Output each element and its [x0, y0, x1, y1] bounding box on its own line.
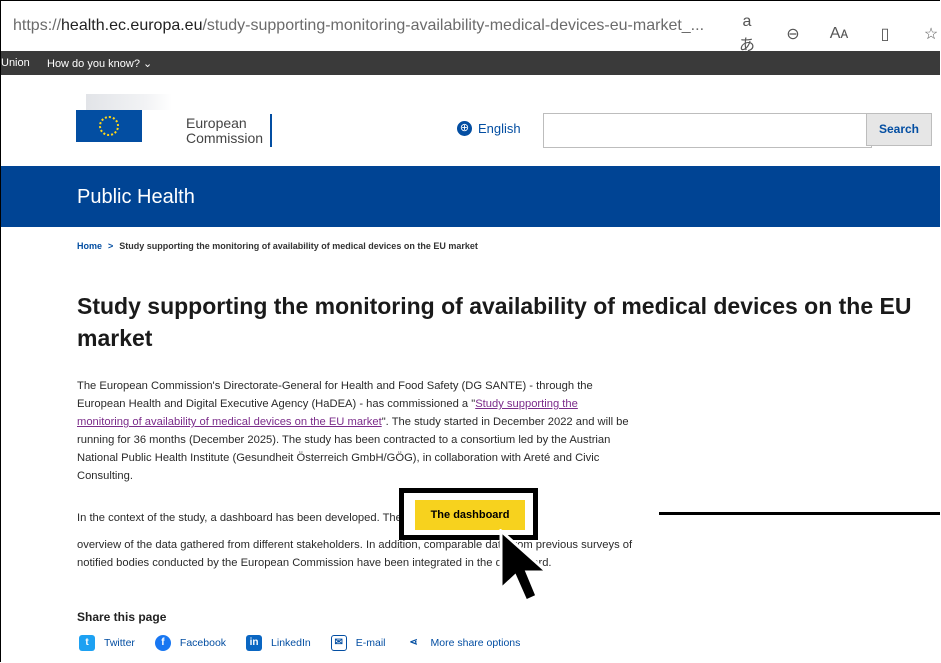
url-host: health.ec.europa.eu	[61, 17, 203, 34]
page-title: Study supporting the monitoring of avail…	[77, 293, 912, 351]
share-heading: Share this page	[77, 610, 167, 624]
language-selector[interactable]: ⊕ English	[457, 121, 521, 136]
favorite-icon[interactable]: ☆	[920, 24, 940, 44]
url-text[interactable]: https://health.ec.europa.eu/study-suppor…	[13, 17, 704, 35]
mouse-pointer-icon	[499, 529, 551, 603]
twitter-icon: t	[79, 635, 95, 651]
ec-logo[interactable]: European Commission	[76, 94, 276, 147]
top-strip: Union How do you know? ⌄	[1, 51, 940, 75]
translate-icon[interactable]: aあ	[736, 13, 758, 55]
url-prefix: https://	[13, 17, 62, 34]
logo-line1: European	[186, 115, 247, 131]
linkedin-icon: in	[246, 635, 263, 651]
breadcrumb: Home > Study supporting the monitoring o…	[77, 241, 478, 251]
breadcrumb-home[interactable]: Home	[77, 241, 102, 251]
logo-line2: Commission	[186, 130, 264, 146]
eu-flag-icon	[76, 110, 142, 142]
breadcrumb-current: Study supporting the monitoring of avail…	[119, 241, 478, 251]
share-email[interactable]: ✉ E-mail	[330, 635, 386, 651]
share-twitter[interactable]: t Twitter	[79, 635, 135, 651]
share-facebook[interactable]: f Facebook	[154, 635, 226, 651]
share-icon: ⋖	[405, 635, 422, 651]
callout-line	[659, 512, 940, 515]
intro-paragraph: The European Commission's Directorate-Ge…	[77, 377, 633, 485]
immersive-reader-icon[interactable]: ▯	[874, 24, 896, 44]
globe-icon: ⊕	[457, 121, 472, 136]
facebook-icon: f	[154, 635, 171, 651]
language-label: English	[478, 121, 521, 136]
dashboard-paragraph-line1: In the context of the study, a dashboard…	[77, 512, 520, 524]
search-input[interactable]	[543, 113, 872, 148]
berlaymont-graphic	[86, 94, 172, 110]
share-linkedin[interactable]: in LinkedIn	[246, 635, 311, 651]
url-path: /study-supporting-monitoring-availabilit…	[202, 17, 705, 34]
share-links: t Twitter f Facebook in LinkedIn ✉ E-mail ⋖ M…	[79, 635, 520, 651]
email-icon: ✉	[330, 635, 347, 651]
strip-left-text: Union	[1, 57, 30, 69]
logo-text: European Commission	[186, 116, 263, 146]
breadcrumb-separator: >	[108, 241, 114, 251]
how-do-you-know-menu[interactable]: How do you know? ⌄	[47, 57, 152, 70]
zoom-out-icon[interactable]: ⊖	[782, 24, 804, 44]
logo-divider	[270, 114, 272, 147]
site-title[interactable]: Public Health	[77, 186, 195, 209]
browser-window: https://health.ec.europa.eu/study-suppor…	[0, 0, 940, 662]
search-button[interactable]: Search	[866, 113, 932, 146]
dashboard-button[interactable]: The dashboard	[415, 500, 525, 530]
read-aloud-icon[interactable]: Aᴀ	[828, 25, 850, 43]
share-more[interactable]: ⋖ More share options	[405, 635, 520, 651]
address-bar[interactable]: https://health.ec.europa.eu/study-suppor…	[1, 1, 940, 55]
